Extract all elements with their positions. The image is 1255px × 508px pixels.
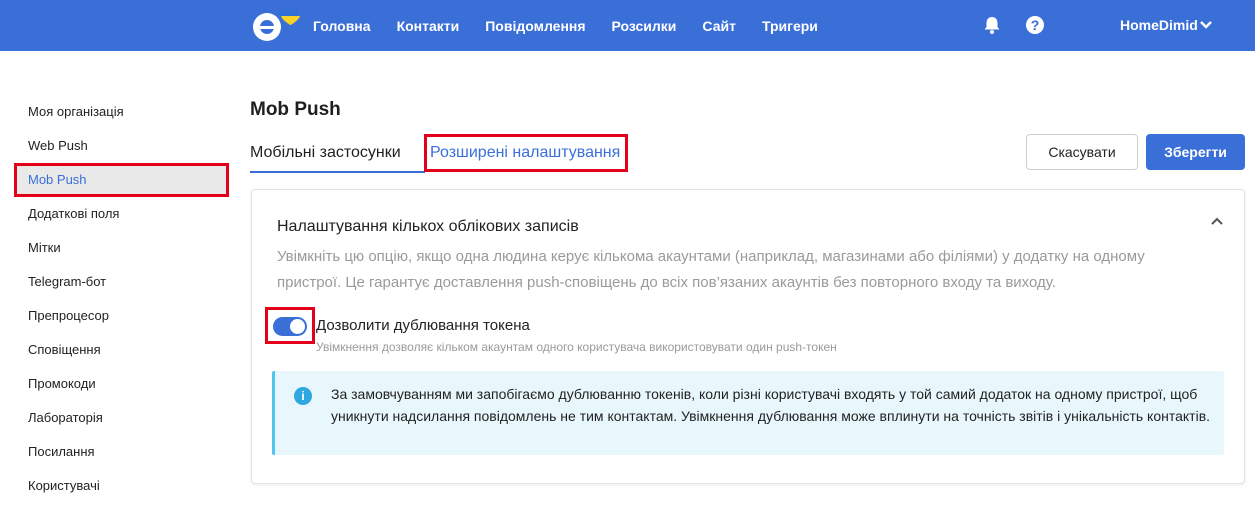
sidebar-item-users[interactable]: Користувачі <box>14 469 229 503</box>
top-navigation-bar: Головна Контакти Повідомлення Розсилки С… <box>0 0 1255 51</box>
nav-messages[interactable]: Повідомлення <box>485 18 585 34</box>
toggle-label[interactable]: Дозволити дублювання токена <box>316 317 530 334</box>
page-title: Mob Push <box>250 99 341 120</box>
chevron-down-icon[interactable] <box>1199 18 1213 32</box>
tab-bar: Мобільні застосунки Розширені налаштуван… <box>250 133 630 173</box>
sidebar-item-laboratory[interactable]: Лабораторія <box>14 401 229 435</box>
bell-icon[interactable] <box>982 15 1002 35</box>
sidebar-item-links[interactable]: Посилання <box>14 435 229 469</box>
nav-triggers[interactable]: Тригери <box>762 18 818 34</box>
toggle-hint: Увімкнення дозволяє кільком акаунтам одн… <box>316 340 837 354</box>
logo-icon[interactable] <box>250 8 300 44</box>
info-icon: i <box>294 387 312 405</box>
nav-contacts[interactable]: Контакти <box>397 18 460 34</box>
user-menu[interactable]: HomeDimid <box>1120 17 1198 33</box>
active-tab-underline <box>250 171 425 173</box>
token-duplication-toggle-highlight <box>265 307 315 344</box>
tab-mobile-apps[interactable]: Мобільні застосунки <box>250 144 401 162</box>
section-title: Налаштування кількох облікових записів <box>277 218 579 235</box>
sidebar-item-promocodes[interactable]: Промокоди <box>14 367 229 401</box>
sidebar-item-notifications[interactable]: Сповіщення <box>14 333 229 367</box>
nav-site[interactable]: Сайт <box>702 18 736 34</box>
info-alert: i За замовчуванням ми запобігаємо дублюв… <box>272 371 1224 455</box>
sidebar-item-web-push[interactable]: Web Push <box>14 129 229 163</box>
token-duplication-toggle[interactable] <box>273 317 307 336</box>
sidebar-item-custom-fields[interactable]: Додаткові поля <box>14 197 229 231</box>
section-description: Увімкніть цю опцію, якщо одна людина кер… <box>277 248 1145 291</box>
sidebar-item-telegram-bot[interactable]: Telegram-бот <box>14 265 229 299</box>
nav-campaigns[interactable]: Розсилки <box>612 18 677 34</box>
sidebar-item-tags[interactable]: Мітки <box>14 231 229 265</box>
help-icon[interactable]: ? <box>1026 16 1044 34</box>
sidebar-item-preprocessor[interactable]: Препроцесор <box>14 299 229 333</box>
sidebar-item-mob-push[interactable]: Mob Push <box>14 163 229 197</box>
save-button[interactable]: Зберегти <box>1146 134 1245 170</box>
cancel-button[interactable]: Скасувати <box>1026 134 1138 170</box>
tab-advanced-settings[interactable]: Розширені налаштування <box>424 134 628 172</box>
info-alert-text: За замовчуванням ми запобігаємо дублюван… <box>331 386 1211 424</box>
multi-account-settings-card: Налаштування кількох облікових записів У… <box>251 189 1245 484</box>
sidebar-item-organization[interactable]: Моя організація <box>14 95 229 129</box>
chevron-up-icon[interactable] <box>1210 214 1224 228</box>
toggle-knob <box>290 319 305 334</box>
settings-sidebar: Моя організація Web Push Mob Push Додатк… <box>14 95 229 503</box>
main-nav: Головна Контакти Повідомлення Розсилки С… <box>313 0 844 51</box>
nav-home[interactable]: Головна <box>313 18 371 34</box>
